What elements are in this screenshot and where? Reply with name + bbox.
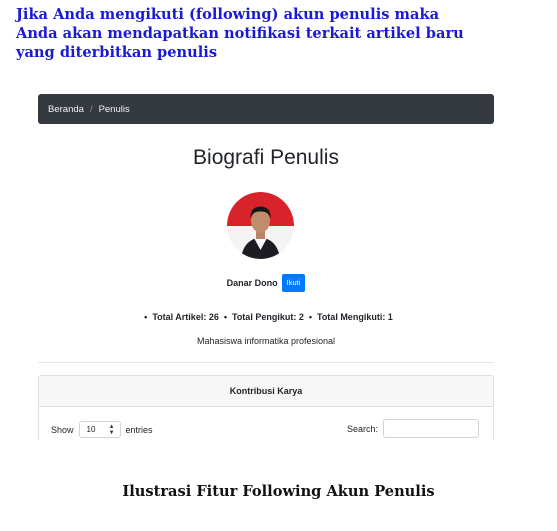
search-control: Search:: [347, 419, 479, 438]
figure-caption: Ilustrasi Fitur Following Akun Penulis: [122, 483, 435, 500]
search-label: Search:: [346, 423, 378, 434]
breadcrumb-separator: /: [89, 103, 93, 115]
search-input[interactable]: [383, 419, 479, 438]
author-bio: Mahasiswa informatika profesional: [196, 336, 336, 346]
entries-label: entries: [125, 424, 153, 435]
table-controls: Show 10 ▲ ▼ entries Search:: [39, 407, 493, 440]
divider: [38, 362, 494, 363]
sort-arrows-icon: ▲ ▼: [108, 423, 115, 436]
entries-value: 10: [86, 425, 96, 434]
instruction-heading: Jika Anda mengikuti (following) akun pen…: [16, 5, 551, 62]
author-stats: • Total Artikel: 26 • Total Pengikut: 2 • Tot…: [38, 312, 494, 322]
heading-line-3: yang diterbitkan penulis: [16, 44, 218, 61]
breadcrumb-current: Penulis: [98, 103, 130, 115]
stat-total-articles: Total Artikel: 26: [152, 312, 219, 322]
profile-screenshot: Beranda / Penulis Biografi Penulis Danar…: [38, 94, 494, 440]
entries-control: Show 10 ▲ ▼ entries: [51, 421, 153, 438]
bullet-icon: •: [144, 312, 148, 322]
stat-total-following: Total Mengikuti: 1: [316, 312, 393, 322]
breadcrumb: Beranda / Penulis: [38, 94, 494, 124]
bullet-icon: •: [223, 312, 227, 322]
show-label: Show: [51, 424, 74, 435]
author-name: Danar Dono: [226, 278, 278, 288]
heading-line-2: Anda akan mendapatkan notifikasi terkait…: [16, 25, 464, 42]
avatar: [227, 192, 294, 259]
contributions-card: Kontribusi Karya Show 10 ▲ ▼ entries Sear…: [38, 375, 494, 440]
breadcrumb-home-link[interactable]: Beranda: [48, 104, 84, 115]
follow-button[interactable]: Ikuti: [281, 274, 306, 292]
heading-line-1: Jika Anda mengikuti (following) akun pen…: [16, 6, 440, 23]
page-title: Biografi Penulis: [193, 146, 339, 169]
entries-select[interactable]: 10 ▲ ▼: [78, 421, 121, 438]
card-title: Kontribusi Karya: [39, 376, 493, 407]
stat-total-followers: Total Pengikut: 2: [231, 312, 304, 322]
author-name-row: Danar Dono Ikuti: [38, 274, 494, 292]
bullet-icon: •: [308, 312, 312, 322]
